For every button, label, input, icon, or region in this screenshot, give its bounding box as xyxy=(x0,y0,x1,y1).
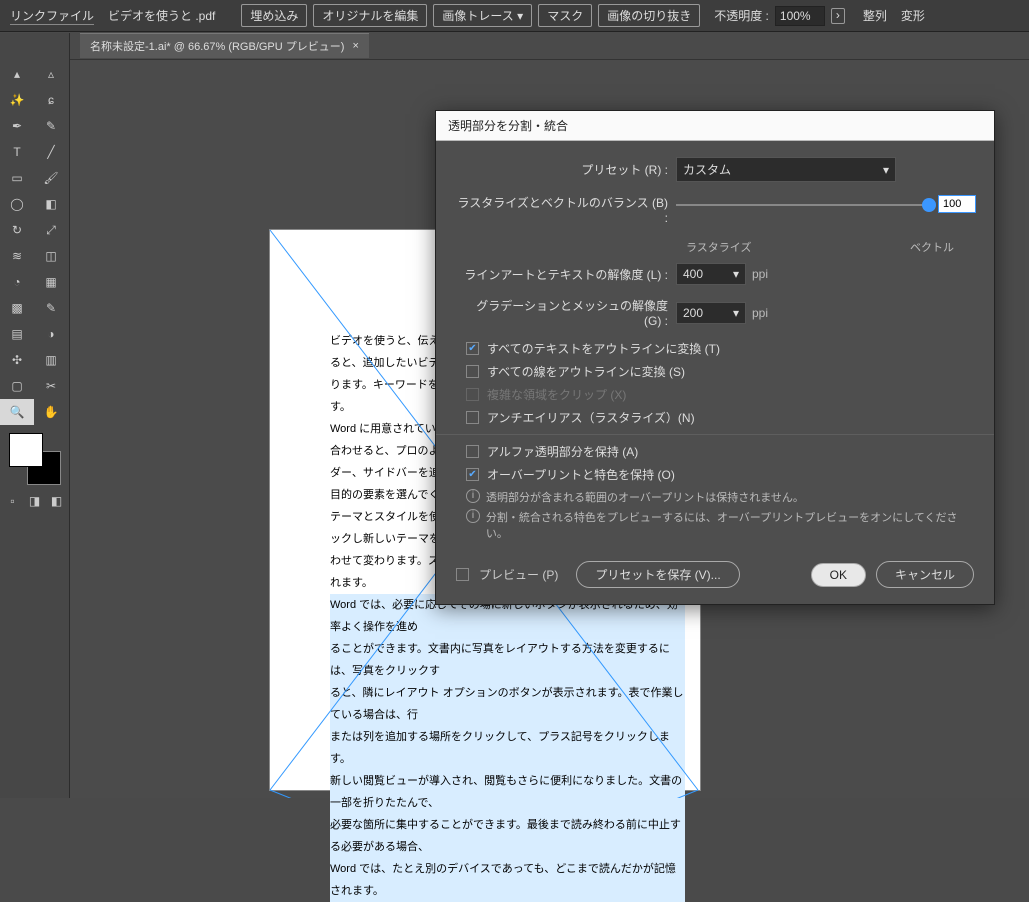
free-transform-tool-icon[interactable]: ◫ xyxy=(34,243,68,269)
antialias-label: アンチエイリアス（ラスタライズ）(N) xyxy=(487,409,695,426)
image-trace-button[interactable]: 画像トレース ▾ xyxy=(433,4,532,27)
embed-button[interactable]: 埋め込み xyxy=(241,4,307,27)
balance-slider[interactable]: 100 xyxy=(676,198,974,222)
direct-selection-tool-icon[interactable]: ▵ xyxy=(34,61,68,87)
graph-tool-icon[interactable]: ▥ xyxy=(34,347,68,373)
slice-tool-icon[interactable]: ✂ xyxy=(34,373,68,399)
draw-inside-icon[interactable]: ◧ xyxy=(49,493,65,509)
transform-button[interactable]: 変形 xyxy=(901,7,925,24)
curvature-tool-icon[interactable]: ✎ xyxy=(34,113,68,139)
blend-tool-icon[interactable]: ◑ xyxy=(34,321,68,347)
shape-builder-tool-icon[interactable]: ◔ xyxy=(0,269,34,295)
save-preset-button[interactable]: プリセットを保存 (V)... xyxy=(576,561,739,588)
dialog-title: 透明部分を分割・統合 xyxy=(436,111,994,141)
ppi-unit: ppi xyxy=(752,267,768,281)
mask-button[interactable]: マスク xyxy=(538,4,592,27)
document-tabstrip: 名称未設定-1.ai* @ 66.67% (RGB/GPU プレビュー) × xyxy=(0,32,1029,60)
balance-right-label: ベクトル xyxy=(910,239,954,255)
info-icon: i xyxy=(466,489,480,503)
crop-image-button[interactable]: 画像の切り抜き xyxy=(598,4,700,27)
stroke-outline-checkbox[interactable] xyxy=(466,365,479,378)
close-tab-icon[interactable]: × xyxy=(352,40,358,52)
left-toolbar: ▴ ▵ ✨ ɕ ✒ ✎ T ╱ ▭ 🖌 ◯ ◧ ↻ ⤢ ≋ ◫ ◔ ▦ ▩ ✎ … xyxy=(0,33,70,798)
hand-tool-icon[interactable]: ✋ xyxy=(34,399,68,425)
text-outline-checkbox[interactable] xyxy=(466,342,479,355)
document-tab[interactable]: 名称未設定-1.ai* @ 66.67% (RGB/GPU プレビュー) × xyxy=(80,33,369,58)
lasso-tool-icon[interactable]: ɕ xyxy=(34,87,68,113)
width-tool-icon[interactable]: ≋ xyxy=(0,243,34,269)
alpha-label: アルファ透明部分を保持 (A) xyxy=(487,443,638,460)
type-tool-icon[interactable]: T xyxy=(0,139,34,165)
stroke-outline-label: すべての線をアウトラインに変換 (S) xyxy=(487,363,685,380)
alpha-checkbox[interactable] xyxy=(466,445,479,458)
preview-label: プレビュー (P) xyxy=(479,566,558,583)
selection-tool-icon[interactable]: ▴ xyxy=(0,61,34,87)
gradient-label: グラデーションとメッシュの解像度 (G) : xyxy=(456,297,676,328)
paintbrush-tool-icon[interactable]: 🖌 xyxy=(34,165,68,191)
document-tab-label: 名称未設定-1.ai* @ 66.67% (RGB/GPU プレビュー) xyxy=(90,38,344,54)
mesh-tool-icon[interactable]: ▩ xyxy=(0,295,34,321)
opacity-input[interactable] xyxy=(775,6,825,26)
opacity-stepper[interactable]: › xyxy=(831,8,845,24)
flatten-transparency-dialog: 透明部分を分割・統合 プリセット (R) : カスタム▾ ラスタライズとベクトル… xyxy=(435,110,995,605)
chevron-down-icon: ▾ xyxy=(733,306,739,320)
control-bar: リンクファイル ビデオを使うと .pdf 埋め込み オリジナルを編集 画像トレー… xyxy=(0,0,1029,32)
scale-tool-icon[interactable]: ⤢ xyxy=(34,217,68,243)
info-text-2: 分割・統合される特色をプレビューするには、オーバープリントプレビューをオンにして… xyxy=(486,509,974,541)
rotate-tool-icon[interactable]: ↻ xyxy=(0,217,34,243)
preview-checkbox[interactable] xyxy=(456,568,469,581)
linked-filename: ビデオを使うと .pdf xyxy=(108,7,215,24)
magic-wand-tool-icon[interactable]: ✨ xyxy=(0,87,34,113)
shaper-tool-icon[interactable]: ◯ xyxy=(0,191,34,217)
clip-complex-label: 複雑な領域をクリップ (X) xyxy=(487,386,626,403)
ppi-unit: ppi xyxy=(752,306,768,320)
gradient-input[interactable]: 200▾ xyxy=(676,302,746,324)
symbol-sprayer-tool-icon[interactable]: ✣ xyxy=(0,347,34,373)
eraser-tool-icon[interactable]: ◧ xyxy=(34,191,68,217)
balance-left-label: ラスタライズ xyxy=(686,239,751,255)
balance-label: ラスタライズとベクトルのバランス (B) : xyxy=(456,194,676,225)
clip-complex-checkbox xyxy=(466,388,479,401)
fill-swatch[interactable] xyxy=(9,433,43,467)
arrange-button[interactable]: 整列 xyxy=(863,7,887,24)
text-outline-label: すべてのテキストをアウトラインに変換 (T) xyxy=(487,340,720,357)
overprint-checkbox[interactable] xyxy=(466,468,479,481)
gradient-tool-icon[interactable]: ▤ xyxy=(0,321,34,347)
line-tool-icon[interactable]: ╱ xyxy=(34,139,68,165)
overprint-label: オーバープリントと特色を保持 (O) xyxy=(487,466,675,483)
preset-select[interactable]: カスタム▾ xyxy=(676,157,896,182)
chevron-down-icon: ▾ xyxy=(883,163,889,177)
info-text-1: 透明部分が含まれる範囲のオーバープリントは保持されません。 xyxy=(486,489,804,505)
zoom-tool-icon[interactable]: 🔍 xyxy=(0,399,34,425)
opacity-label: 不透明度 : xyxy=(714,7,769,24)
linkfile-label[interactable]: リンクファイル xyxy=(10,7,94,25)
antialias-checkbox[interactable] xyxy=(466,411,479,424)
draw-normal-icon[interactable]: ▫ xyxy=(5,493,21,509)
ok-button[interactable]: OK xyxy=(811,563,866,587)
info-icon: i xyxy=(466,509,480,523)
color-swatch[interactable] xyxy=(9,433,61,485)
chevron-down-icon: ▾ xyxy=(733,267,739,281)
edit-original-button[interactable]: オリジナルを編集 xyxy=(313,4,427,27)
pen-tool-icon[interactable]: ✒ xyxy=(0,113,34,139)
preset-label: プリセット (R) : xyxy=(456,161,676,178)
artboard-tool-icon[interactable]: ▢ xyxy=(0,373,34,399)
draw-behind-icon[interactable]: ◨ xyxy=(27,493,43,509)
perspective-tool-icon[interactable]: ▦ xyxy=(34,269,68,295)
chevron-down-icon: ▾ xyxy=(517,9,523,23)
lineart-input[interactable]: 400▾ xyxy=(676,263,746,285)
balance-value-input[interactable]: 100 xyxy=(938,195,976,213)
cancel-button[interactable]: キャンセル xyxy=(876,561,974,588)
eyedropper-tool-icon[interactable]: ✎ xyxy=(34,295,68,321)
rectangle-tool-icon[interactable]: ▭ xyxy=(0,165,34,191)
lineart-label: ラインアートとテキストの解像度 (L) : xyxy=(456,266,676,283)
